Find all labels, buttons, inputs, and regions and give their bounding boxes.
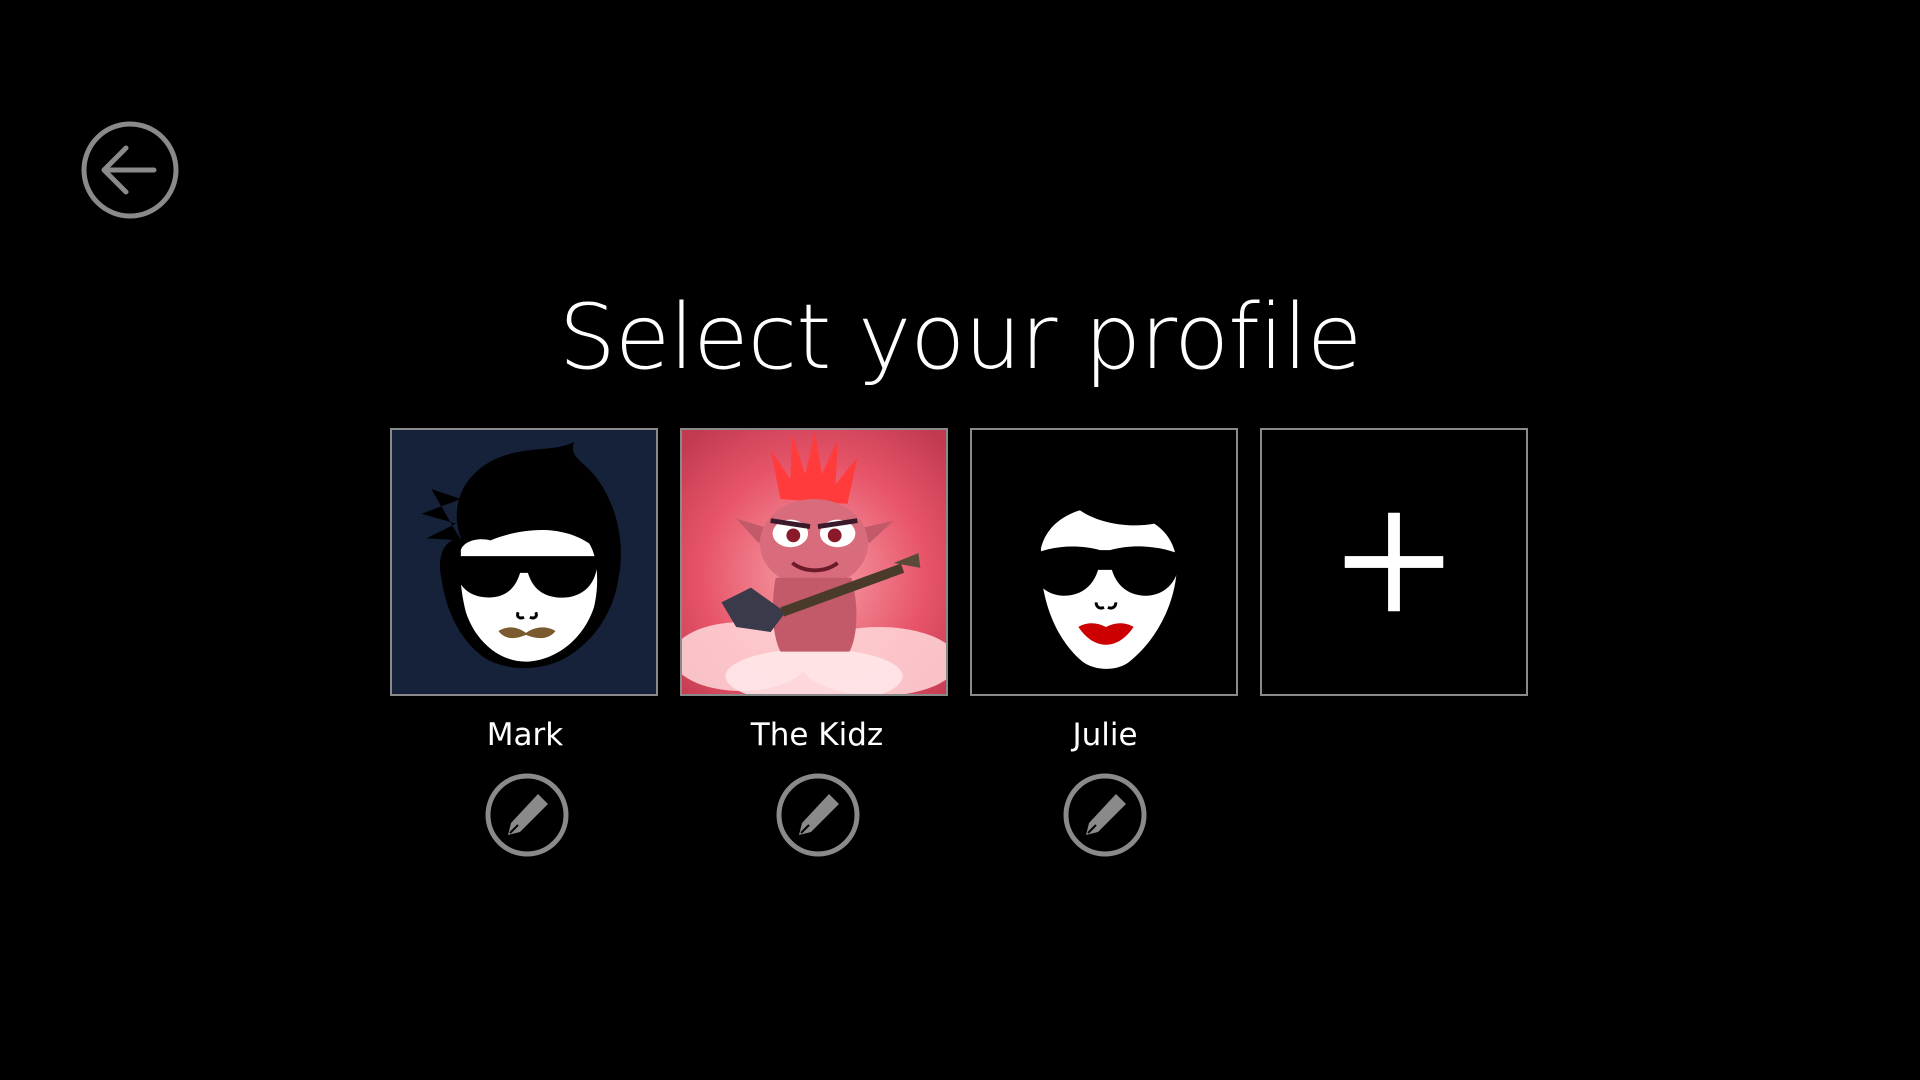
edit-profile-button-mark[interactable]: [484, 772, 570, 858]
woman-sunglasses-red-lips-avatar: [972, 430, 1236, 694]
profile-select-screen: Select your profile Mark The Kidz Julie: [0, 0, 1920, 1080]
pencil-icon: [485, 773, 569, 857]
page-title: Select your profile: [558, 285, 1363, 390]
pencil-icon: [1063, 773, 1147, 857]
back-button[interactable]: [80, 120, 180, 220]
profile-name-julie: Julie: [1072, 717, 1138, 753]
profile-name-the-kidz: The Kidz: [750, 717, 884, 753]
plus-icon: [1262, 430, 1526, 694]
man-sunglasses-mustache-avatar: [392, 430, 656, 694]
edit-profile-button-the-kidz[interactable]: [775, 772, 861, 858]
profile-tile-the-kidz[interactable]: [680, 428, 948, 696]
profile-name-mark: Mark: [486, 717, 564, 753]
profile-tile-mark[interactable]: [390, 428, 658, 696]
edit-profile-button-julie[interactable]: [1062, 772, 1148, 858]
add-profile-button[interactable]: [1260, 428, 1528, 696]
profile-tile-julie[interactable]: [970, 428, 1238, 696]
troll-rocker-guitar-avatar: [682, 430, 946, 694]
pencil-icon: [776, 773, 860, 857]
back-arrow-icon: [81, 121, 179, 219]
